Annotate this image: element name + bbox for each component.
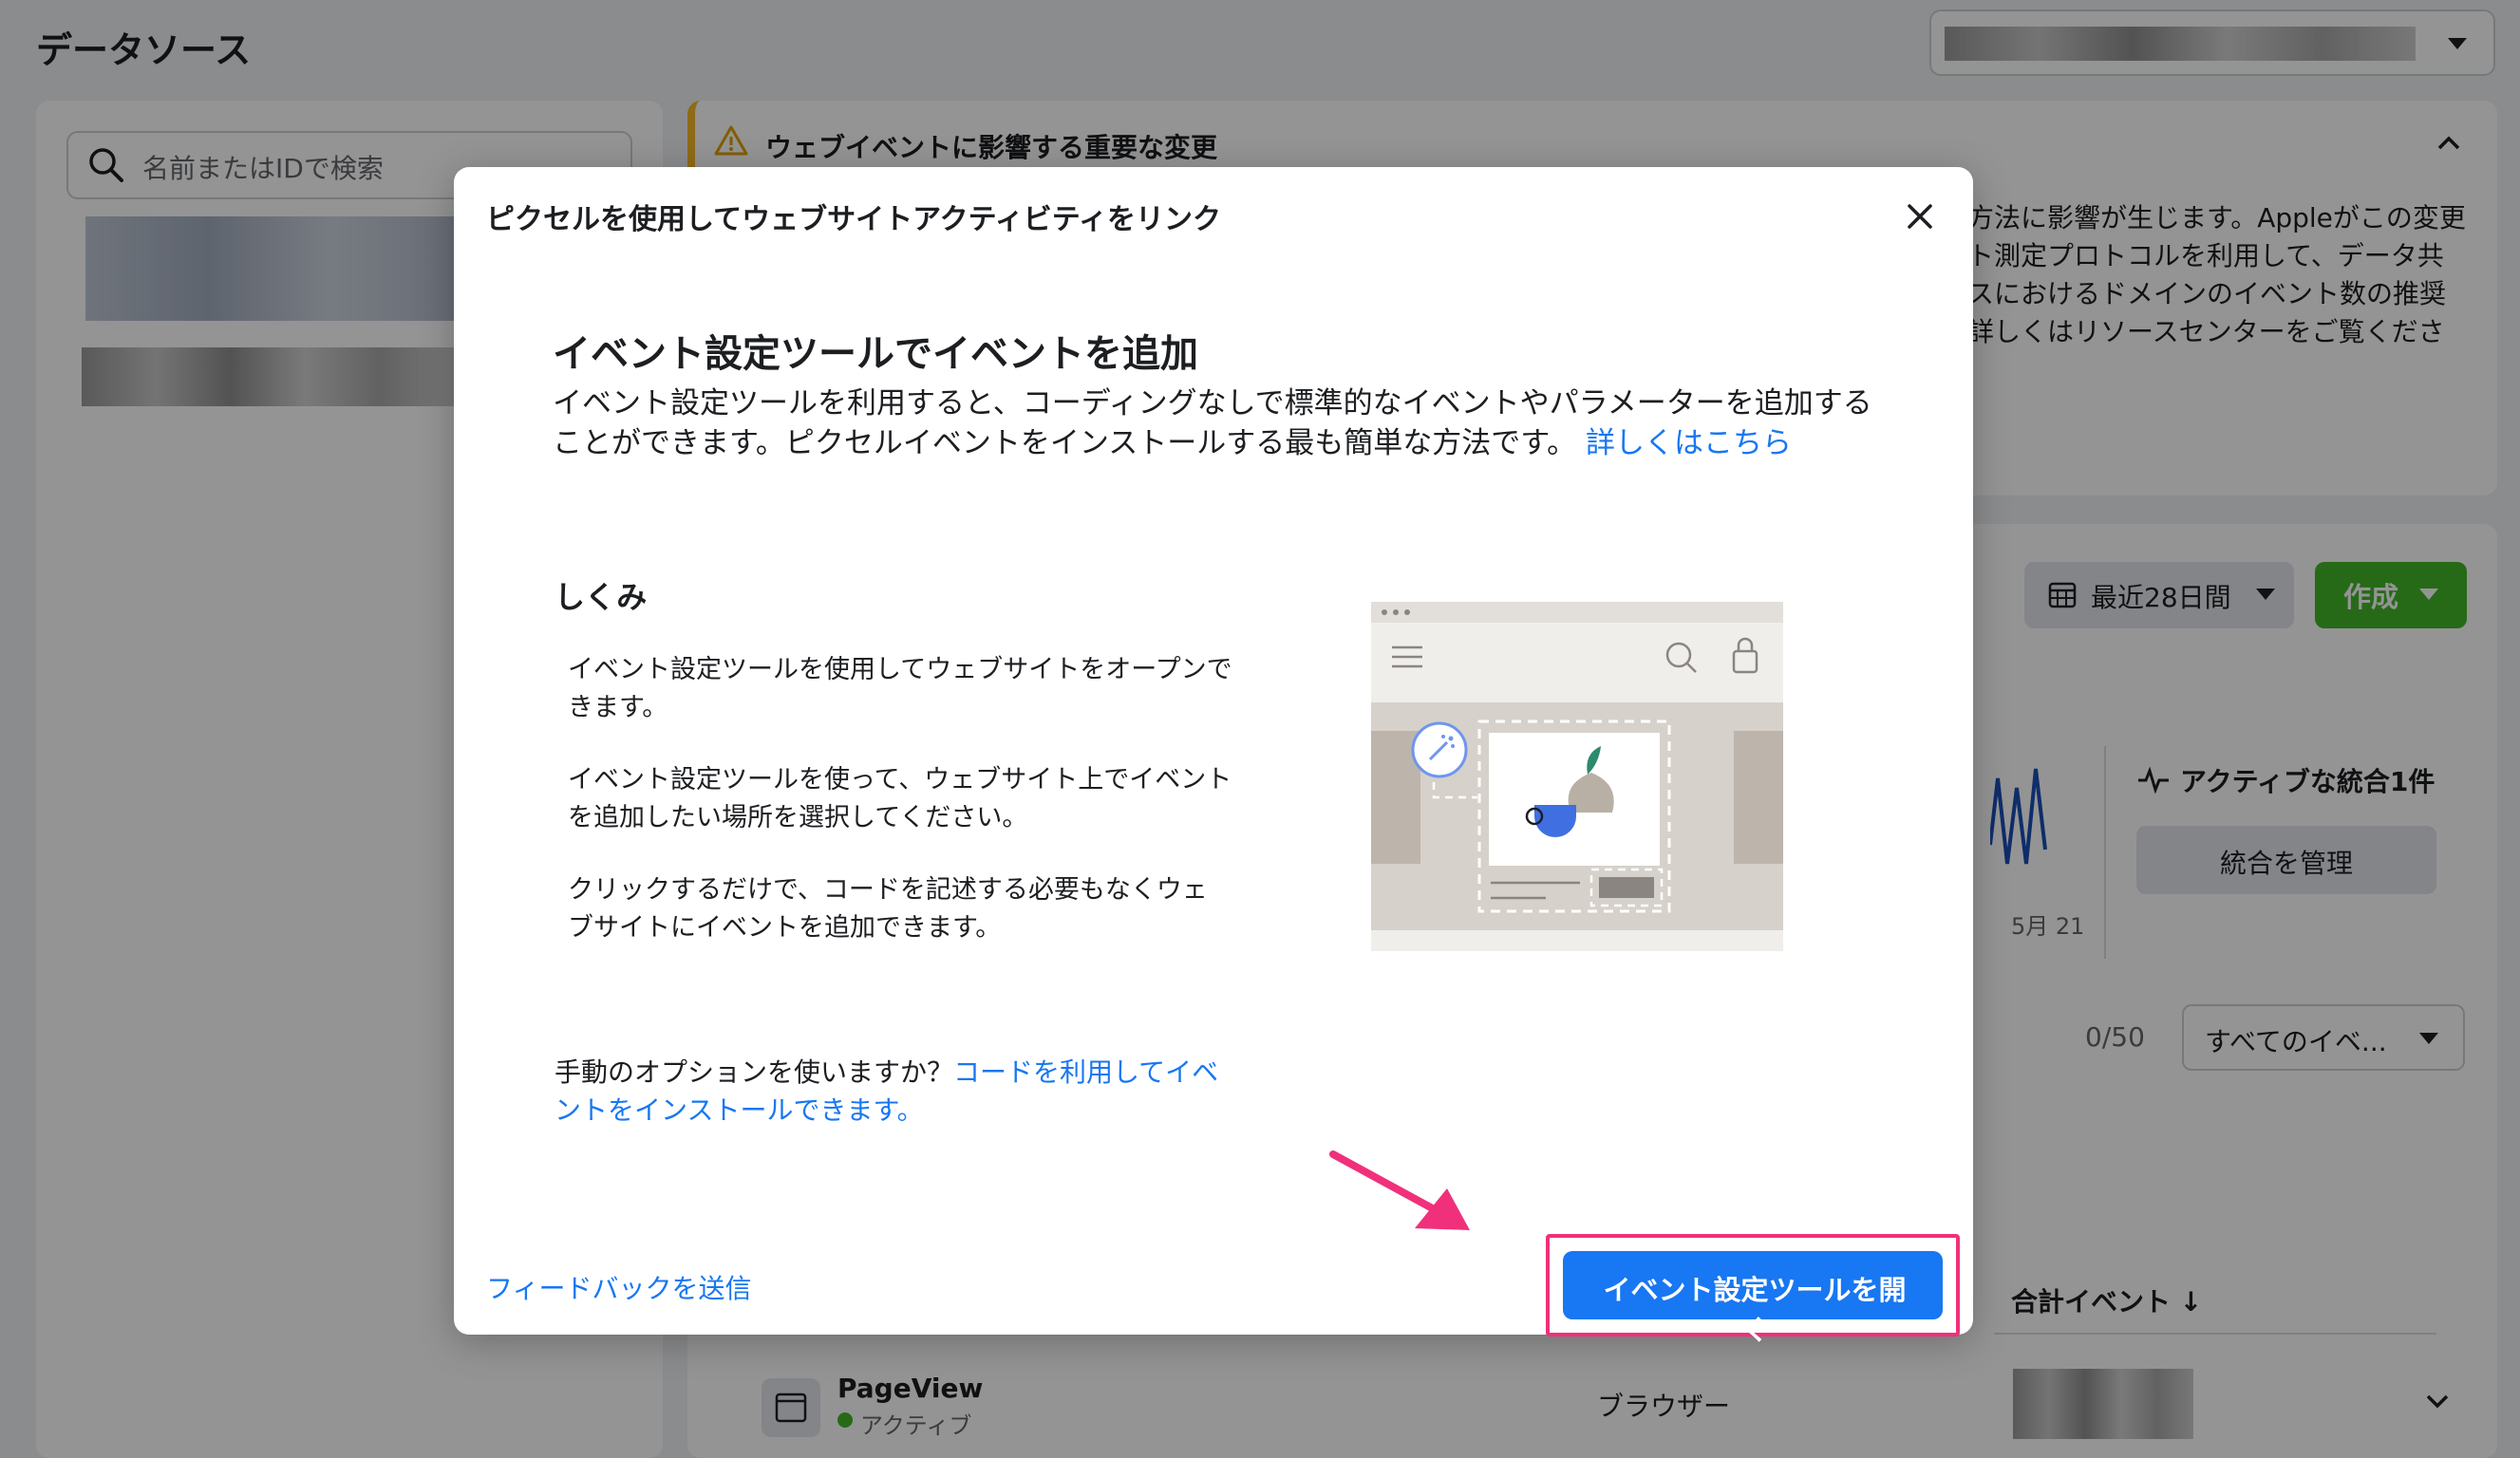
open-event-setup-tool-label: イベント設定ツールを開く — [1603, 1274, 1907, 1346]
step-text: イベント設定ツールを使用してウェブサイトをオープンできます。 — [568, 655, 1232, 722]
modal-heading: イベント設定ツールでイベントを追加 — [553, 332, 1198, 376]
step-text: イベント設定ツールを使って、ウェブサイト上でイベントを追加したい場所を選択してく… — [568, 765, 1232, 832]
how-it-works-heading: しくみ — [555, 579, 648, 615]
modal-title: ピクセルを使用してウェブサイトアクティビティをリンク — [486, 203, 1221, 236]
manual-option-question: 手動のオプションを使いますか？ — [555, 1056, 954, 1088]
step-text: クリックするだけで、コードを記述する必要もなくウェブサイトにイベントを追加できま… — [568, 875, 1208, 943]
send-feedback-link[interactable]: フィードバックを送信 — [486, 1268, 751, 1306]
modal-description: イベント設定ツールを利用すると、コーディングなしで標準的なイベントやパラメーター… — [553, 383, 1901, 463]
close-icon[interactable] — [1901, 197, 1939, 235]
event-setup-illustration — [1371, 602, 1783, 951]
manual-option-text: 手動のオプションを使いますか？コードを利用してイベントをインストールできます。 — [555, 1054, 1238, 1130]
learn-more-link[interactable]: 詳しくはこちら — [1586, 426, 1792, 460]
annotation-arrow — [1329, 1150, 1470, 1230]
